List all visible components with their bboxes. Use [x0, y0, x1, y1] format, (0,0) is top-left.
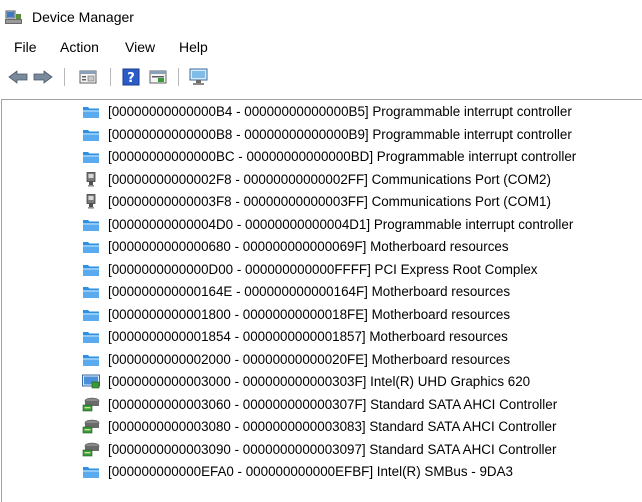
storage-controller-icon [82, 442, 100, 457]
system-device-icon [82, 464, 100, 479]
menu-help[interactable]: Help [179, 39, 208, 55]
properties-icon[interactable] [77, 66, 99, 88]
tree-row-label: [000000000000164E - 000000000000164F] Mo… [108, 284, 511, 299]
update-driver-icon[interactable] [147, 66, 169, 88]
help-icon[interactable]: ? [120, 66, 142, 88]
toolbar-separator [64, 68, 65, 86]
monitor-scan-icon[interactable] [188, 66, 210, 88]
tree-row-label: [0000000000000680 - 000000000000069F] Mo… [108, 239, 509, 254]
system-device-icon [82, 217, 100, 232]
forward-arrow-icon[interactable] [32, 66, 54, 88]
device-manager-icon [4, 10, 24, 26]
toolbar-separator [110, 68, 111, 86]
tree-row-label: [0000000000003000 - 000000000000303F] In… [108, 374, 531, 389]
tree-row-label: [00000000000003F8 - 00000000000003FF] Co… [108, 194, 551, 209]
serial-port-icon [82, 194, 100, 209]
tree-row-label: [00000000000002F8 - 00000000000002FF] Co… [108, 171, 551, 187]
tree-row-label: [0000000000003060 - 000000000000307F] St… [108, 396, 558, 412]
menu-action[interactable]: Action [60, 39, 99, 55]
tree-row-label: [000000000000EFA0 - 000000000000EFBF] In… [108, 464, 513, 479]
device-tree[interactable]: [00000000000000B4 - 00000000000000B5] Pr… [1, 99, 642, 502]
tree-row-label: [00000000000000B8 - 00000000000000B9] Pr… [108, 126, 572, 142]
menu-view[interactable]: View [125, 39, 155, 55]
tree-row-label: [0000000000000D00 - 000000000000FFFF] PC… [108, 261, 538, 277]
system-device-icon [82, 104, 100, 119]
system-device-icon [82, 149, 100, 164]
system-device-icon [82, 127, 100, 142]
title-bar: Device Manager [0, 0, 642, 34]
system-device-icon [82, 262, 100, 277]
toolbar-separator [178, 68, 179, 86]
system-device-icon [82, 239, 100, 254]
storage-controller-icon [82, 397, 100, 412]
display-adapter-icon [82, 374, 100, 389]
tree-row-label: [0000000000003090 - 0000000000003097] St… [108, 441, 557, 457]
tree-row-label: [0000000000001854 - 0000000000001857] Mo… [108, 329, 508, 344]
menu-file[interactable]: File [14, 39, 37, 55]
system-device-icon [82, 329, 100, 344]
tree-row-label: [00000000000004D0 - 00000000000004D1] Pr… [108, 216, 574, 232]
system-device-icon [82, 352, 100, 367]
back-arrow-icon[interactable] [7, 66, 29, 88]
tree-row-label: [00000000000000B4 - 00000000000000B5] Pr… [108, 104, 572, 119]
svg-text:?: ? [127, 71, 135, 86]
menu-bar: File Action View Help [0, 34, 642, 60]
system-device-icon [82, 307, 100, 322]
tree-row-label: [0000000000001800 - 00000000000018FE] Mo… [108, 306, 511, 322]
tree-row-label: [00000000000000BC - 00000000000000BD] Pr… [108, 149, 577, 164]
toolbar: ? [0, 62, 642, 92]
tree-row-label: [0000000000002000 - 00000000000020FE] Mo… [108, 351, 511, 367]
storage-controller-icon [82, 419, 100, 434]
window-title: Device Manager [32, 9, 134, 25]
system-device-icon [82, 284, 100, 299]
serial-port-icon [82, 171, 100, 187]
tree-row-label: [0000000000003080 - 0000000000003083] St… [108, 419, 557, 434]
